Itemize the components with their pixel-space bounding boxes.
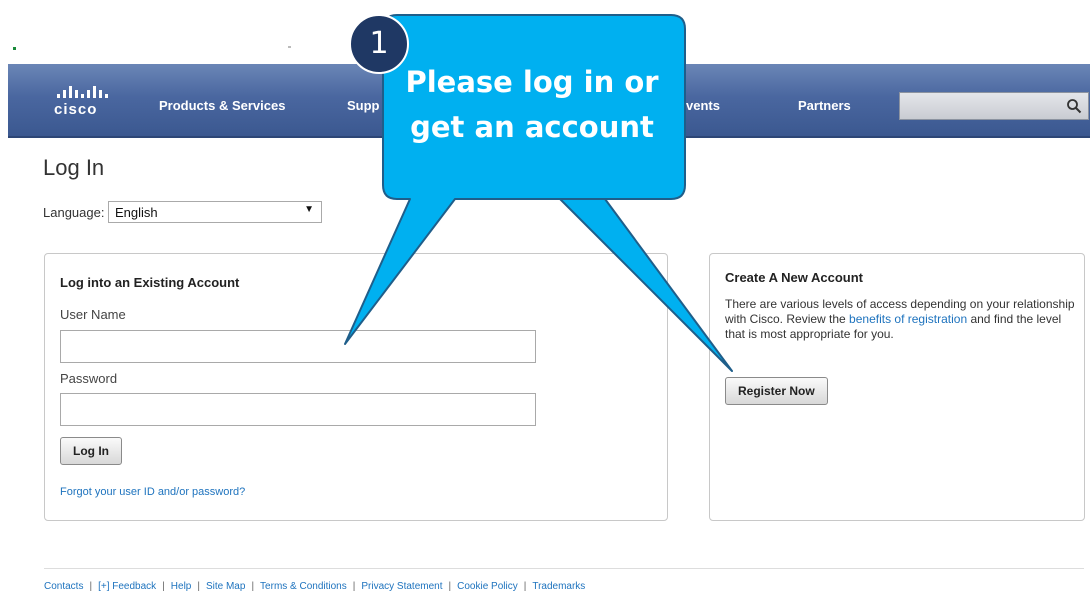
nav-partners[interactable]: Partners [798,98,851,113]
decorative-tick [288,46,291,48]
password-label: Password [60,371,118,386]
search-input[interactable] [899,92,1089,120]
footer-link-feedback[interactable]: [+] Feedback [98,581,156,592]
search-icon[interactable] [1066,98,1082,114]
callout-text: Please log in or get an account [392,60,672,150]
cisco-logo-bars-icon [57,86,114,98]
page-title: Log In [43,155,105,180]
login-panel: Log into an Existing Account User Name P… [44,253,668,521]
footer-link-terms[interactable]: Terms & Conditions [260,581,347,592]
callout-line-1: Please log in or [405,65,659,99]
login-heading: Log into an Existing Account [60,275,240,290]
register-heading: Create A New Account [725,270,863,285]
dropdown-arrow-icon: ▼ [304,204,314,215]
login-button[interactable]: Log In [60,437,122,465]
language-label: Language: [43,205,105,220]
cisco-logo-text: cisco [54,101,98,118]
register-panel: Create A New Account There are various l… [709,253,1085,521]
language-selected-value: English [115,205,158,220]
username-label: User Name [60,307,126,322]
footer-link-site-map[interactable]: Site Map [206,581,245,592]
footer-links: Contacts | [+] Feedback | Help | Site Map | Term… [44,581,586,592]
username-field[interactable] [60,330,536,363]
top-strip [0,0,1090,64]
password-field[interactable] [60,393,536,426]
footer-link-cookie-policy[interactable]: Cookie Policy [457,581,518,592]
cisco-logo[interactable]: cisco [54,86,114,122]
language-select[interactable]: English ▼ [108,201,322,223]
footer-link-privacy[interactable]: Privacy Statement [361,581,442,592]
footer-divider [44,568,1084,569]
nav-events[interactable]: vents [686,98,720,113]
footer-link-contacts[interactable]: Contacts [44,581,83,592]
callout-line-2: get an account [410,110,654,144]
footer-link-trademarks[interactable]: Trademarks [532,581,585,592]
register-description: There are various levels of access depen… [725,297,1075,342]
register-now-button[interactable]: Register Now [725,377,828,405]
forgot-credentials-link[interactable]: Forgot your user ID and/or password? [60,486,245,498]
benefits-of-registration-link[interactable]: benefits of registration [849,312,967,326]
decorative-dot [13,47,16,50]
footer-link-help[interactable]: Help [171,581,192,592]
nav-products-services[interactable]: Products & Services [159,98,285,113]
nav-support[interactable]: Supp [347,98,380,113]
